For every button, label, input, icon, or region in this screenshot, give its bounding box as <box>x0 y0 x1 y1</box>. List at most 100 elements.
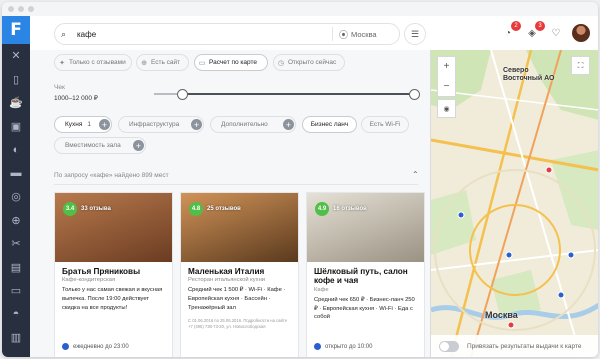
washer-icon[interactable]: ▭ <box>2 279 30 303</box>
scissors-icon[interactable]: ✂ <box>2 232 30 256</box>
window-maximize-dot[interactable] <box>28 6 34 12</box>
window-titlebar <box>2 2 598 17</box>
place-description: Только у нас самая свежая и вкусная выпе… <box>62 287 163 311</box>
map-zoom-control: + − <box>437 56 456 97</box>
filter-additional[interactable]: Дополнительно + <box>210 116 296 133</box>
car-front-icon[interactable]: ◓ <box>2 303 30 327</box>
price-label: Чек <box>54 84 65 91</box>
filter-open-now[interactable]: ◷ Открыто сейчас <box>273 54 345 71</box>
globe-icon[interactable]: ⊕ <box>2 209 30 233</box>
place-description: Средний чек 650 ₽ · Бизнес-ланч 250 ₽ · … <box>314 296 415 321</box>
toggle-knob <box>440 341 449 351</box>
messages-button[interactable]: ◈ 3 <box>524 21 545 41</box>
location-pin-icon: ⦿ <box>338 29 348 40</box>
filter-business-lunch[interactable]: Бизнес ланч <box>302 116 357 133</box>
filter-capacity[interactable]: Вместимость зала + <box>54 137 146 154</box>
window-minimize-dot[interactable] <box>18 6 24 12</box>
filter-label: Только с отзывами <box>69 59 126 66</box>
filter-label: Бизнес ланч <box>310 121 349 128</box>
place-name[interactable]: Маленькая Италия <box>181 262 298 276</box>
filter-only-reviews[interactable]: ✦ Только с отзывами <box>54 54 132 71</box>
collapse-filters-icon[interactable]: ⌃ <box>412 170 419 179</box>
bind-results-label: Привязать результаты выдачи к карте <box>467 342 582 350</box>
search-icon: ⌕ <box>61 28 67 39</box>
card-icon[interactable]: ▥ <box>2 326 30 350</box>
fullscreen-icon: ⛶ <box>577 60 584 70</box>
place-photo: 4.9 16 отзывов <box>307 193 424 262</box>
window-close-dot[interactable] <box>8 6 14 12</box>
reviews-count[interactable]: 25 отзывов <box>207 206 241 212</box>
filter-has-site[interactable]: ⊕ Есть сайт <box>136 54 189 71</box>
locate-button[interactable]: ◉ <box>437 99 456 118</box>
car-icon[interactable]: ▬ <box>2 162 30 186</box>
avatar[interactable] <box>572 24 590 42</box>
place-name[interactable]: Братья Пряниковы <box>55 262 172 276</box>
card-icon: ▭ <box>198 59 206 67</box>
filter-label: Вместимость зала <box>65 142 121 149</box>
place-photo: 3.4 33 отзыва <box>55 193 172 262</box>
search-input[interactable]: кафе <box>77 30 332 39</box>
place-card[interactable]: 3.4 33 отзыва Братья Пряниковы Кафе-конд… <box>54 192 173 357</box>
wallet-icon[interactable]: ▣ <box>2 115 30 139</box>
globe-icon: ⊕ <box>141 59 147 67</box>
filter-label: Инфраструктура <box>129 121 180 128</box>
city-selector[interactable]: Москва <box>351 30 399 39</box>
top-bar: ⌕ кафе ⦿ Москва ☰ ◔ 2 ◈ 3 ♡ <box>30 16 598 51</box>
place-name[interactable]: Шёлковый путь, салон кофе и чая <box>307 262 424 286</box>
plus-icon[interactable]: + <box>283 119 294 130</box>
gift-icon[interactable]: ▤ <box>2 256 30 280</box>
zoom-in-icon[interactable]: + <box>444 61 450 72</box>
notifications-button[interactable]: ◔ 2 <box>500 21 521 41</box>
cup-icon[interactable]: ▯ <box>2 68 30 92</box>
hours-text: открыто до 10:00 <box>325 343 373 350</box>
bind-results-toggle[interactable] <box>439 340 459 352</box>
fullscreen-button[interactable]: ⛶ <box>571 56 590 75</box>
rating-badge: 3.4 33 отзыва <box>63 202 111 216</box>
browser-window: F ✕ ▯ ☕ ▣ ◐ ▬ ◎ ⊕ ✂ ▤ ▭ ◓ ▥ ⌕ кафе ⦿ Москва ☰ ◔ 2 ◈ … <box>2 2 598 357</box>
place-card[interactable]: 4.8 25 отзывов Маленькая Италия Ресторан… <box>180 192 299 357</box>
divider <box>54 184 418 185</box>
filter-label: Кухня <box>65 121 83 128</box>
map-label-district: Северо Восточный АО <box>503 67 555 82</box>
disc-icon[interactable]: ◎ <box>2 185 30 209</box>
zoom-out-icon[interactable]: − <box>444 81 450 92</box>
bell-icon: ◔ <box>504 27 512 39</box>
star-icon: ✦ <box>59 59 65 67</box>
filter-count: 1 <box>87 121 92 128</box>
price-slider-max-handle[interactable] <box>409 89 420 100</box>
price-slider-fill <box>181 93 413 95</box>
favorites-button[interactable]: ♡ <box>548 25 564 41</box>
app-logo[interactable]: F <box>2 16 30 44</box>
filter-card-payment[interactable]: ▭ Расчет по карте <box>194 54 268 71</box>
palette-icon[interactable]: ◐ <box>2 138 30 162</box>
filter-label: Есть сайт <box>151 59 181 66</box>
search-bar[interactable]: ⌕ кафе ⦿ Москва <box>54 23 400 45</box>
filter-label: Дополнительно <box>221 121 268 128</box>
filter-cuisine[interactable]: Кухня 1 + <box>54 116 112 133</box>
list-menu-button[interactable]: ☰ <box>404 23 426 45</box>
messages-badge: 3 <box>535 21 545 31</box>
reviews-count[interactable]: 33 отзыва <box>81 206 111 212</box>
plus-icon[interactable]: + <box>133 140 144 151</box>
filter-infrastructure[interactable]: Инфраструктура + <box>118 116 204 133</box>
cutlery-icon[interactable]: ✕ <box>2 44 30 68</box>
plus-icon[interactable]: + <box>191 119 202 130</box>
promo-note: С 01.06.2016 по 25.06.2016. Подробности … <box>188 318 288 330</box>
rating-value: 4.9 <box>315 202 329 216</box>
notifications-badge: 2 <box>511 21 521 31</box>
plus-icon[interactable]: + <box>99 119 110 130</box>
opening-hours: ежедневно до 23:00 <box>62 343 129 350</box>
coffee-icon[interactable]: ☕ <box>2 91 30 115</box>
results-count: По запросу «кафе» найдено 899 мест <box>54 172 169 179</box>
price-slider-min-handle[interactable] <box>177 89 188 100</box>
filter-wifi[interactable]: Есть Wi-Fi <box>361 116 409 133</box>
map-label-city: Москва <box>485 310 518 320</box>
reviews-count[interactable]: 16 отзывов <box>333 206 367 212</box>
list-icon: ☰ <box>410 28 420 39</box>
rating-badge: 4.9 16 отзывов <box>315 202 367 216</box>
price-slider[interactable] <box>154 89 420 100</box>
map-panel[interactable]: + − ◉ ⛶ Северо Восточный АО Москва Привя… <box>430 50 598 357</box>
place-card[interactable]: 4.9 16 отзывов Шёлковый путь, салон кофе… <box>306 192 425 357</box>
filter-label: Открыто сейчас <box>288 59 337 66</box>
filter-label: Есть Wi-Fi <box>369 121 401 128</box>
